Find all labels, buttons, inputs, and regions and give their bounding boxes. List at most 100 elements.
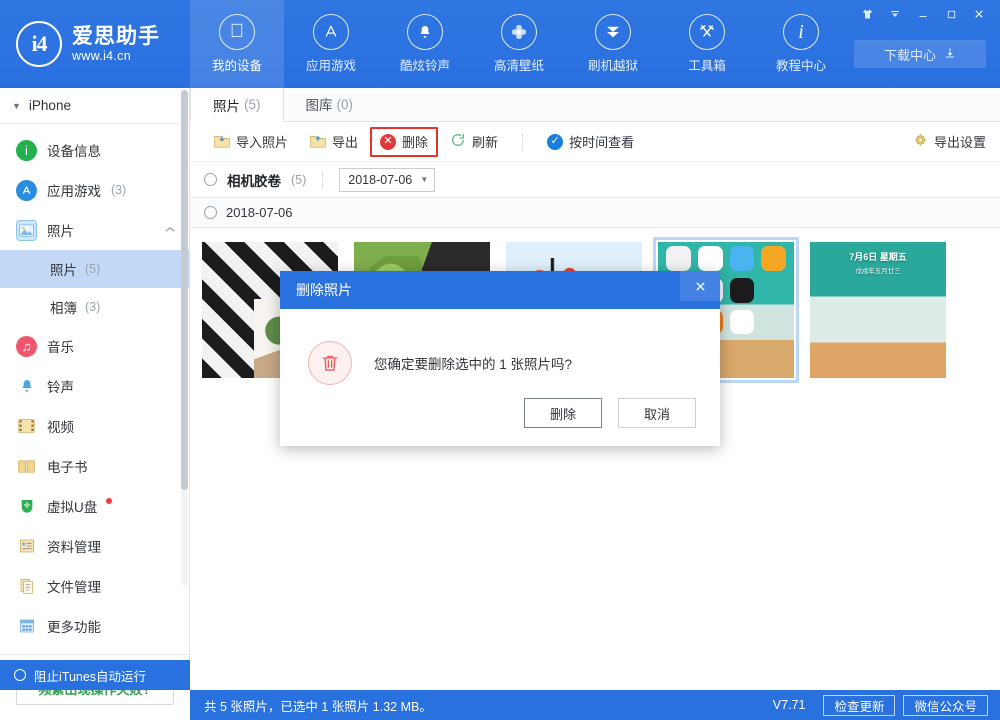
nav-label: 教程中心: [776, 55, 826, 74]
toolbar-divider: [522, 133, 523, 151]
view-by-time-toggle[interactable]: ✓ 按时间查看: [537, 128, 644, 156]
menu-dropdown-icon[interactable]: [882, 3, 908, 25]
photo-thumbnail-5[interactable]: 7月6日 星期五 戊戌年五月廿三: [810, 242, 946, 378]
sidebar-item-device-info[interactable]: i 设备信息: [0, 130, 189, 170]
sidebar-subitem-count: (5): [85, 262, 100, 276]
lock-date-text: 7月6日 星期五: [849, 252, 907, 262]
brand-name: 爱思助手: [72, 25, 160, 49]
window-controls: [854, 3, 992, 25]
minimize-icon[interactable]: [910, 3, 936, 25]
app-icon: [761, 278, 786, 303]
sidebar-item-music[interactable]: ♫ 音乐: [0, 326, 189, 366]
nav-item-apps-games[interactable]: 应用游戏: [284, 0, 378, 88]
sidebar-item-label: 更多功能: [47, 616, 101, 636]
photo-icon: [16, 220, 37, 241]
sidebar-item-label: 文件管理: [47, 576, 101, 596]
nav-label: 刷机越狱: [588, 55, 638, 74]
apple-icon: : [219, 14, 255, 50]
sidebar-item-virtual-usb[interactable]: 虚拟U盘: [0, 486, 189, 526]
dialog-cancel-button[interactable]: 取消: [618, 398, 696, 428]
chevron-up-icon[interactable]: [165, 225, 175, 236]
nav-item-wallpapers[interactable]: 高清壁纸: [472, 0, 566, 88]
nav-item-toolbox[interactable]: 工具箱: [660, 0, 754, 88]
sidebar-item-label: 电子书: [47, 456, 88, 476]
nav-label: 酷炫铃声: [400, 55, 450, 74]
skin-icon[interactable]: [854, 3, 880, 25]
check-circle-icon: ✓: [547, 134, 563, 150]
sidebar-item-label: 铃声: [47, 376, 74, 396]
device-selector[interactable]: ▼ iPhone: [0, 88, 189, 124]
close-icon[interactable]: [966, 3, 992, 25]
sidebar-item-photos[interactable]: 照片: [0, 210, 189, 250]
import-photo-icon: [214, 133, 230, 151]
delete-icon: ✕: [380, 134, 396, 150]
sidebar-item-data-management[interactable]: 资料管理: [0, 526, 189, 566]
tab-label: 照片: [213, 95, 240, 115]
export-icon: [310, 133, 326, 151]
delete-photo-dialog: 删除照片 您确定要删除选中的 1 张照片吗? 删除 取消: [280, 271, 720, 446]
device-name: iPhone: [29, 98, 71, 113]
photos-toolbar: 导入照片 导出 ✕ 删除: [190, 122, 1000, 162]
maximize-icon[interactable]: [938, 3, 964, 25]
group-date-label: 2018-07-06: [226, 205, 293, 220]
radio-icon: [14, 669, 26, 681]
dialog-title: 删除照片: [296, 280, 352, 300]
import-photos-button[interactable]: 导入照片: [204, 128, 298, 156]
download-center-button[interactable]: 下载中心: [854, 40, 986, 68]
music-icon: ♫: [16, 336, 37, 357]
check-update-button[interactable]: 检查更新: [823, 695, 895, 716]
wechat-official-button[interactable]: 微信公众号: [903, 695, 988, 716]
sidebar-subitem-photos[interactable]: 照片 (5): [0, 250, 189, 288]
block-itunes-label: 阻止iTunes自动运行: [34, 666, 146, 685]
dialog-body: 您确定要删除选中的 1 张照片吗? 删除 取消: [280, 309, 720, 446]
nav-item-flash-jailbreak[interactable]: 刷机越狱: [566, 0, 660, 88]
sidebar-item-videos[interactable]: 视频: [0, 406, 189, 446]
gear-icon: [913, 133, 928, 151]
nav-item-ringtones[interactable]: 酷炫铃声: [378, 0, 472, 88]
flash-jailbreak-icon: [595, 14, 631, 50]
date-filter-select[interactable]: 2018-07-06 ▼: [339, 168, 435, 192]
toolbox-icon: [689, 14, 725, 50]
status-summary: 共 5 张照片，已选中 1 张照片 1.32 MB。: [204, 696, 432, 715]
dialog-confirm-delete-button[interactable]: 删除: [524, 398, 602, 428]
sidebar-item-apps-games[interactable]: 应用游戏 (3): [0, 170, 189, 210]
tab-count: (0): [337, 97, 354, 112]
app-header: i4 爱思助手 www.i4.cn  我的设备 应用游戏: [0, 0, 1000, 88]
delete-button[interactable]: ✕ 删除: [370, 127, 438, 157]
toolbar-button-label: 刷新: [472, 132, 498, 151]
nav-item-tutorial-center[interactable]: i 教程中心: [754, 0, 848, 88]
camera-roll-count: (5): [291, 173, 306, 187]
data-management-icon: [16, 536, 37, 557]
brand-url: www.i4.cn: [72, 49, 160, 63]
sidebar-item-more-features[interactable]: 更多功能: [0, 606, 189, 646]
refresh-button[interactable]: 刷新: [440, 128, 508, 156]
chevron-down-icon: ▼: [420, 175, 428, 184]
date-group-header: 2018-07-06: [190, 198, 1000, 228]
sidebar-item-file-management[interactable]: 文件管理: [0, 566, 189, 606]
logo-text: i4: [31, 31, 46, 57]
i4-logo-icon: i4: [16, 21, 62, 67]
app-icon: [666, 246, 691, 271]
chevron-down-icon: ▼: [12, 101, 21, 111]
block-itunes-toggle[interactable]: 阻止iTunes自动运行: [0, 660, 190, 690]
flower-wallpaper-icon: [501, 14, 537, 50]
sidebar-item-ringtones[interactable]: 铃声: [0, 366, 189, 406]
lock-lunar-text: 戊戌年五月廿三: [810, 265, 946, 275]
group-select-radio[interactable]: [204, 206, 217, 219]
close-icon[interactable]: [680, 271, 720, 301]
tab-photos[interactable]: 照片 (5): [190, 88, 284, 122]
lock-screen-date: 7月6日 星期五 戊戌年五月廿三: [810, 250, 946, 275]
app-icon: [698, 246, 723, 271]
sidebar-item-label: 照片: [47, 220, 74, 240]
sidebar-subitem-albums[interactable]: 相簿 (3): [0, 288, 189, 326]
sidebar-item-ebooks[interactable]: 电子书: [0, 446, 189, 486]
sidebar-subitem-label: 照片: [50, 259, 77, 279]
nav-item-my-device[interactable]:  我的设备: [190, 0, 284, 88]
toolbar-button-label: 删除: [402, 132, 428, 151]
tab-gallery[interactable]: 图库 (0): [284, 87, 377, 121]
view-by-time-label: 按时间查看: [569, 132, 634, 151]
export-settings-button[interactable]: 导出设置: [913, 132, 986, 151]
export-button[interactable]: 导出: [300, 128, 368, 156]
camera-roll-radio[interactable]: [204, 173, 217, 186]
toolbar-button-label: 导出: [332, 132, 358, 151]
